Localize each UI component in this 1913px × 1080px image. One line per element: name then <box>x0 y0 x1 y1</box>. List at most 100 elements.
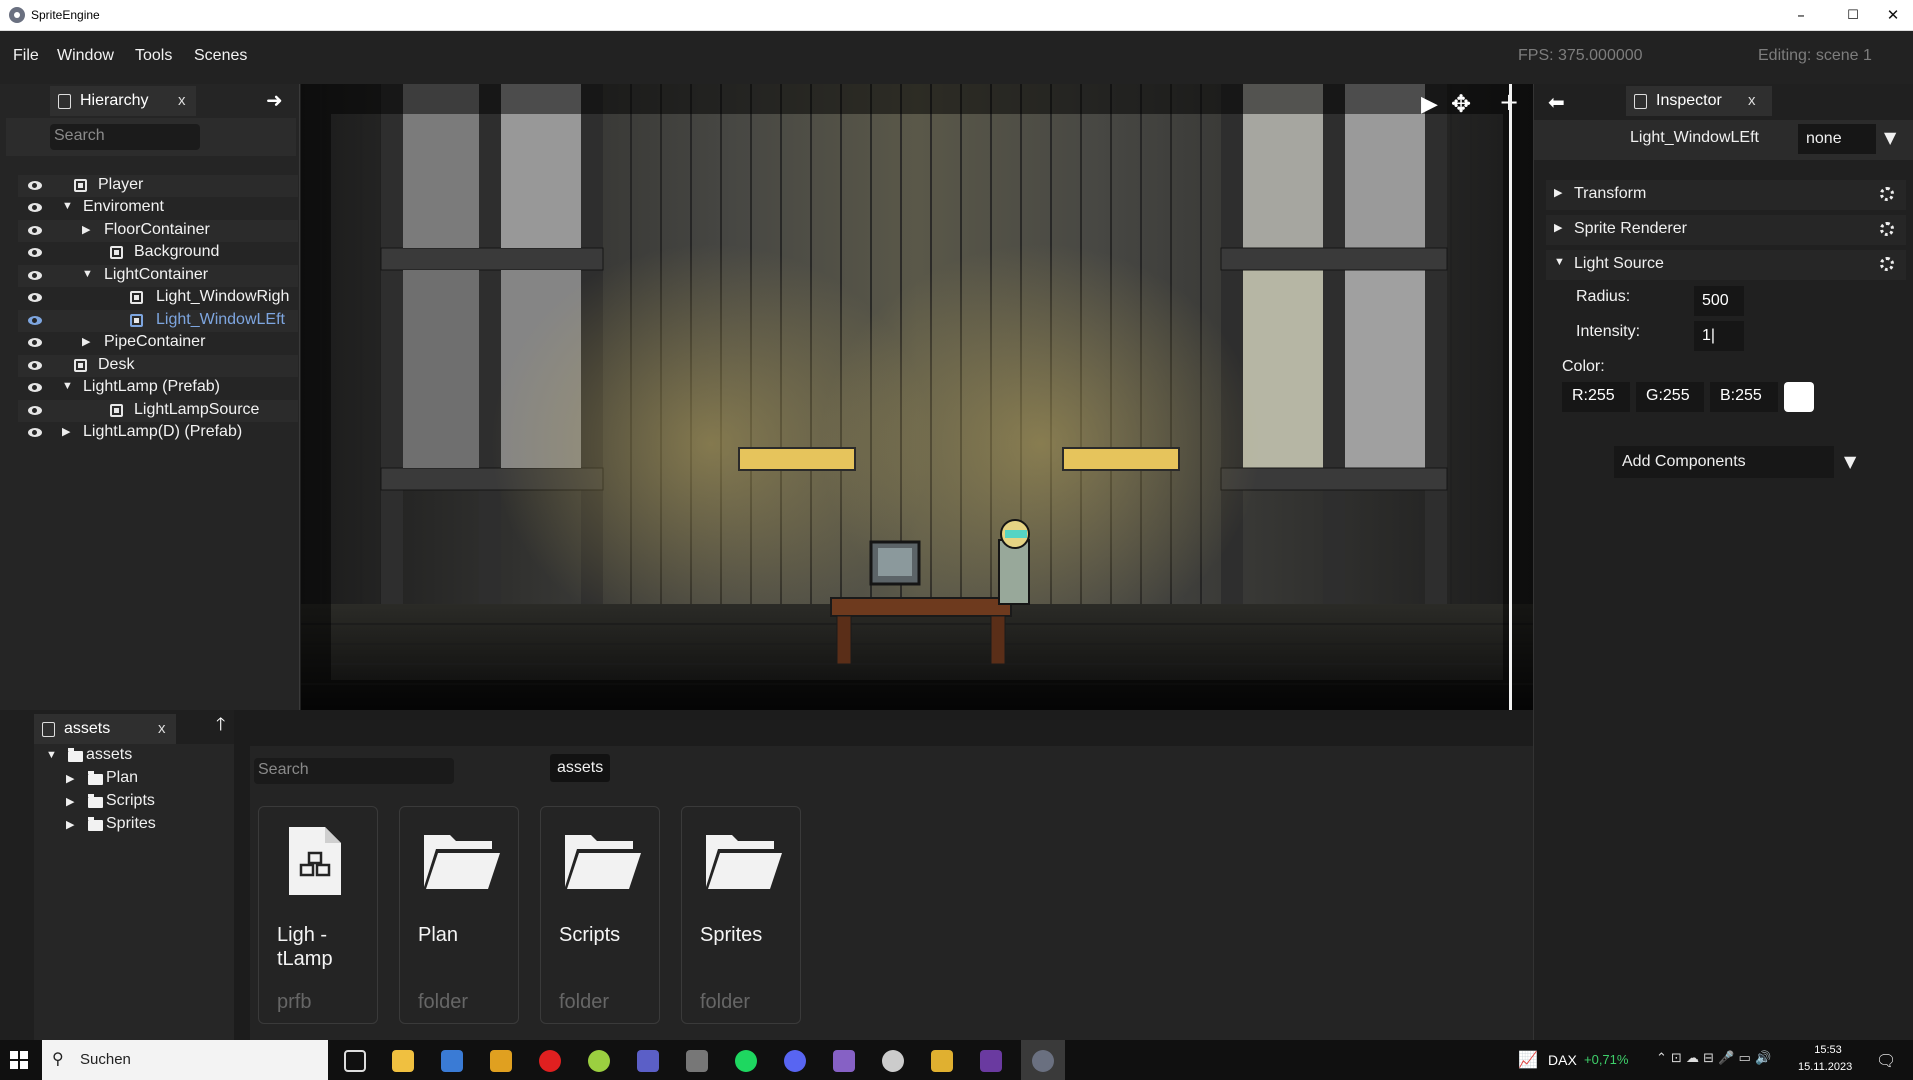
arrow-right-icon[interactable]: ➜ <box>266 88 283 112</box>
app-icon[interactable] <box>931 1050 953 1072</box>
chevron-right-icon[interactable]: ▶ <box>82 223 90 236</box>
folder-open-icon <box>565 835 641 889</box>
tab-assets-close[interactable]: x <box>158 720 166 737</box>
eye-icon[interactable] <box>28 293 42 302</box>
app-icon[interactable] <box>686 1050 708 1072</box>
tree-row-lightcontainer[interactable]: ▼ LightContainer <box>18 265 298 287</box>
tab-assets[interactable]: assets x <box>34 714 176 744</box>
radius-input[interactable]: 500 <box>1694 286 1744 316</box>
tree-row-floorcontainer[interactable]: ▶ FloorContainer <box>18 220 298 242</box>
tree-row-desk[interactable]: Desk <box>18 355 298 377</box>
assets-search-input[interactable]: Search <box>254 758 454 784</box>
scene-splitter[interactable] <box>1509 84 1512 710</box>
object-name-field[interactable]: Light_WindowLEft <box>1630 129 1759 147</box>
hierarchy-search-input[interactable]: Search <box>50 124 200 150</box>
gear-icon[interactable] <box>1880 187 1894 201</box>
taskbar-search-box[interactable]: ⚲ Suchen <box>42 1040 328 1080</box>
color-r-input[interactable]: R:255 <box>1562 382 1630 412</box>
eye-icon[interactable] <box>28 316 42 325</box>
eye-icon[interactable] <box>28 406 42 415</box>
section-light-source[interactable]: ▼ Light Source <box>1546 250 1906 280</box>
clock-time[interactable]: 15:53 <box>1800 1044 1856 1056</box>
chevron-down-icon[interactable]: ▼ <box>62 200 73 212</box>
eye-icon[interactable] <box>28 383 42 392</box>
chevron-right-icon[interactable]: ▶ <box>62 425 70 438</box>
eye-icon[interactable] <box>28 361 42 370</box>
windows-start-icon[interactable] <box>10 1051 28 1069</box>
dropdown-arrow-icon[interactable]: ▼ <box>1844 452 1856 471</box>
color-swatch[interactable] <box>1784 382 1814 412</box>
tray-icons[interactable]: ⌃ ⊡ ☁ ⊟ 🎤 ▭ 🔊 <box>1656 1051 1771 1066</box>
color-g-input[interactable]: G:255 <box>1636 382 1704 412</box>
chevron-down-icon[interactable]: ▼ <box>82 268 93 280</box>
asset-card-sprites[interactable]: Sprites folder <box>681 806 801 1024</box>
tree-row-lightlamp-d-prefab[interactable]: ▶ LightLamp(D) (Prefab) <box>18 422 298 444</box>
eye-icon[interactable] <box>28 248 42 257</box>
add-components-button[interactable]: Add Components <box>1614 446 1834 478</box>
eye-icon[interactable] <box>28 428 42 437</box>
folder-icon <box>88 817 103 831</box>
eye-icon[interactable] <box>28 181 42 190</box>
tree-label: LightContainer <box>104 266 209 283</box>
settings-icon[interactable] <box>882 1050 904 1072</box>
move-tool-icon[interactable]: ✥ <box>1451 90 1471 118</box>
tree-row-background[interactable]: Background <box>18 242 298 264</box>
asset-card-scripts[interactable]: Scripts folder <box>540 806 660 1024</box>
tab-inspector-close[interactable]: x <box>1748 92 1756 109</box>
gear-icon[interactable] <box>1880 222 1894 236</box>
minimize-button[interactable]: – <box>1778 0 1824 31</box>
eye-icon[interactable] <box>28 338 42 347</box>
discord-icon[interactable] <box>784 1050 806 1072</box>
tree-row-lightlamp-prefab[interactable]: ▼ LightLamp (Prefab) <box>18 377 298 399</box>
chevron-down-icon[interactable]: ▼ <box>62 380 73 392</box>
tree-row-lightlampsource[interactable]: LightLampSource <box>18 400 298 422</box>
tag-select[interactable]: none <box>1798 124 1876 154</box>
gear-icon[interactable] <box>1880 257 1894 271</box>
app-icon[interactable] <box>980 1050 1002 1072</box>
menu-window[interactable]: Window <box>57 47 114 65</box>
dropdown-arrow-icon[interactable]: ▼ <box>1884 128 1896 147</box>
notification-icon[interactable]: 🗨 <box>1876 1051 1896 1070</box>
visual-studio-icon[interactable] <box>833 1050 855 1072</box>
eye-icon[interactable] <box>28 271 42 280</box>
close-window-button[interactable]: ✕ <box>1870 0 1913 31</box>
tree-row-light-window-right[interactable]: Light_WindowRigh <box>18 287 298 309</box>
menu-scenes[interactable]: Scenes <box>194 47 247 65</box>
breadcrumb[interactable]: assets <box>550 754 611 782</box>
asset-card-lightlamp[interactable]: Ligh - tLamp prfb <box>258 806 378 1024</box>
tree-row-enviroment[interactable]: ▼ Enviroment <box>18 197 298 219</box>
intensity-input[interactable]: 1| <box>1694 321 1744 351</box>
section-sprite-renderer[interactable]: ▶ Sprite Renderer <box>1546 215 1906 245</box>
tab-hierarchy[interactable]: Hierarchy x <box>50 86 196 116</box>
scene-viewport[interactable]: ▶ ✥ + <box>301 84 1533 710</box>
menu-tools[interactable]: Tools <box>135 47 172 65</box>
arrow-left-icon[interactable]: ⬅ <box>1548 90 1565 114</box>
tab-inspector[interactable]: Inspector x <box>1626 86 1772 116</box>
chevron-right-icon[interactable]: ▶ <box>82 335 90 348</box>
asset-card-plan[interactable]: Plan folder <box>399 806 519 1024</box>
tree-row-pipecontainer[interactable]: ▶ PipeContainer <box>18 332 298 354</box>
task-view-icon[interactable] <box>344 1050 366 1072</box>
section-transform[interactable]: ▶ Transform <box>1546 180 1906 210</box>
file-explorer-icon[interactable] <box>392 1050 414 1072</box>
clock-date[interactable]: 15.11.2023 <box>1798 1061 1852 1073</box>
teams-icon[interactable] <box>637 1050 659 1072</box>
arrow-up-icon[interactable]: 🡑 <box>216 712 225 742</box>
tab-hierarchy-close[interactable]: x <box>178 92 186 109</box>
spotify-icon[interactable] <box>735 1050 757 1072</box>
section-sprite-renderer-label: Sprite Renderer <box>1574 220 1687 237</box>
tree-row-light-window-left[interactable]: Light_WindowLEft <box>18 310 298 332</box>
eye-icon[interactable] <box>28 203 42 212</box>
color-b-input[interactable]: B:255 <box>1710 382 1778 412</box>
dax-label[interactable]: DAX <box>1548 1052 1577 1068</box>
eye-icon[interactable] <box>28 226 42 235</box>
app-icon[interactable] <box>490 1050 512 1072</box>
tree-row-player[interactable]: Player <box>18 175 298 197</box>
play-icon[interactable]: ▶ <box>1421 92 1438 117</box>
assets-tree-bg <box>34 744 234 1040</box>
opera-icon[interactable] <box>539 1050 561 1072</box>
menu-file[interactable]: File <box>13 47 39 65</box>
spriteengine-app-icon[interactable] <box>1032 1050 1054 1072</box>
store-icon[interactable] <box>441 1050 463 1072</box>
app-icon[interactable] <box>588 1050 610 1072</box>
